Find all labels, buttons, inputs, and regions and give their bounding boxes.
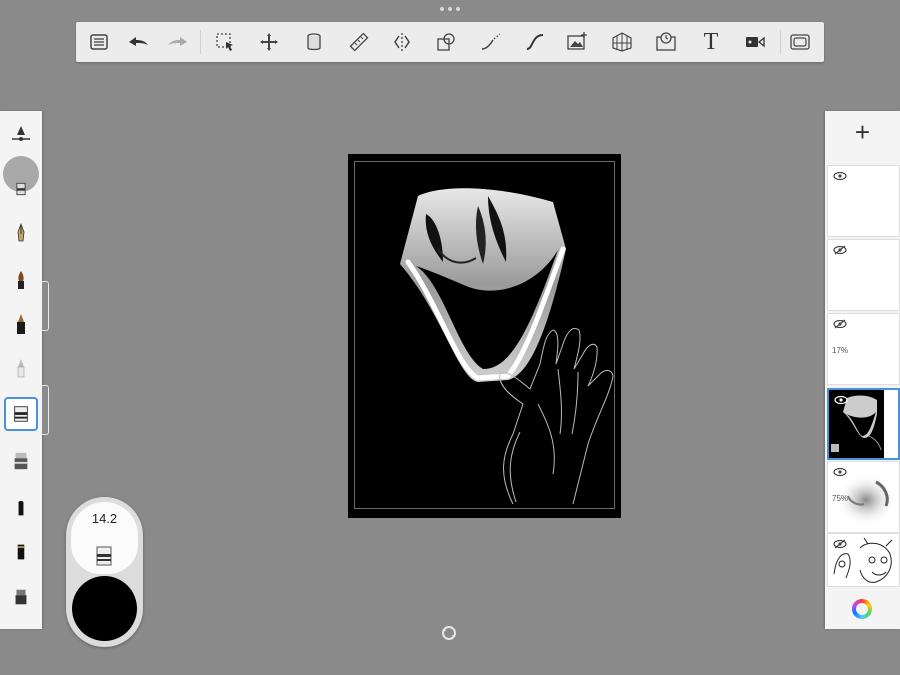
brush-size-value: 14.2	[91, 511, 118, 526]
eye-hidden-icon[interactable]	[833, 245, 847, 255]
airbrush-icon[interactable]	[5, 580, 37, 614]
layer-item-selected[interactable]	[827, 388, 900, 460]
felt-tip-icon[interactable]	[5, 491, 37, 525]
palette-edge-handle[interactable]	[42, 385, 49, 435]
toolbar-divider	[200, 30, 201, 54]
layer-item[interactable]	[827, 239, 900, 311]
layer-item[interactable]: 17%	[827, 313, 900, 385]
layer-item[interactable]	[827, 533, 900, 587]
layer-opacity: 17%	[832, 346, 849, 355]
eye-hidden-icon[interactable]	[833, 539, 847, 549]
brush-palette	[0, 111, 42, 629]
eye-hidden-icon[interactable]	[833, 319, 847, 329]
shape-icon[interactable]	[431, 28, 461, 56]
fountain-pen-icon[interactable]	[5, 216, 37, 250]
brush-size-opacity-control[interactable]: 14.2	[71, 502, 138, 574]
add-layer-button[interactable]: +	[825, 111, 900, 153]
fullscreen-icon[interactable]	[785, 28, 815, 56]
layer-item[interactable]	[827, 165, 900, 237]
current-brush-icon	[96, 546, 112, 566]
layer-opacity: 75%	[832, 494, 849, 503]
steady-stroke-icon[interactable]	[476, 28, 506, 56]
transform-icon[interactable]	[254, 28, 284, 56]
ruler-icon[interactable]	[344, 28, 374, 56]
layer-item[interactable]: 75%	[827, 461, 900, 533]
main-toolbar: T	[76, 22, 824, 62]
curve-icon[interactable]	[520, 28, 550, 56]
toolbar-divider	[780, 30, 781, 54]
selection-icon[interactable]	[210, 28, 240, 56]
sync-icon[interactable]	[441, 625, 457, 641]
layers-panel: + 17% 75%	[825, 111, 900, 629]
paint-brush-icon[interactable]	[5, 263, 37, 297]
brush-puck[interactable]: 14.2	[66, 497, 143, 647]
options-dots[interactable]	[440, 7, 460, 11]
list-icon[interactable]	[84, 28, 114, 56]
ink-brush-icon[interactable]	[5, 307, 37, 341]
brush-pen-icon[interactable]	[5, 535, 37, 569]
drawing-canvas[interactable]	[348, 154, 621, 518]
brush-size-slider-icon[interactable]	[5, 117, 37, 151]
pencil-icon[interactable]	[5, 351, 37, 385]
time-lapse-icon[interactable]	[651, 28, 681, 56]
color-wheel-icon[interactable]	[852, 599, 872, 619]
eraser-brush-selected-icon[interactable]	[4, 397, 38, 431]
perspective-icon[interactable]	[607, 28, 637, 56]
palette-edge-handle[interactable]	[42, 281, 49, 331]
import-image-icon[interactable]	[562, 28, 592, 56]
redo-icon[interactable]	[163, 28, 193, 56]
text-icon[interactable]: T	[696, 28, 726, 56]
eye-icon[interactable]	[833, 171, 847, 181]
eye-icon[interactable]	[833, 467, 847, 477]
undo-icon[interactable]	[123, 28, 153, 56]
eraser-brush-icon[interactable]	[5, 172, 37, 206]
eye-icon[interactable]	[834, 395, 848, 405]
current-color-swatch[interactable]	[72, 576, 137, 641]
marker-icon[interactable]	[5, 444, 37, 478]
fill-icon[interactable]	[299, 28, 329, 56]
artwork	[400, 188, 614, 505]
record-icon[interactable]	[740, 28, 770, 56]
symmetry-icon[interactable]	[387, 28, 417, 56]
